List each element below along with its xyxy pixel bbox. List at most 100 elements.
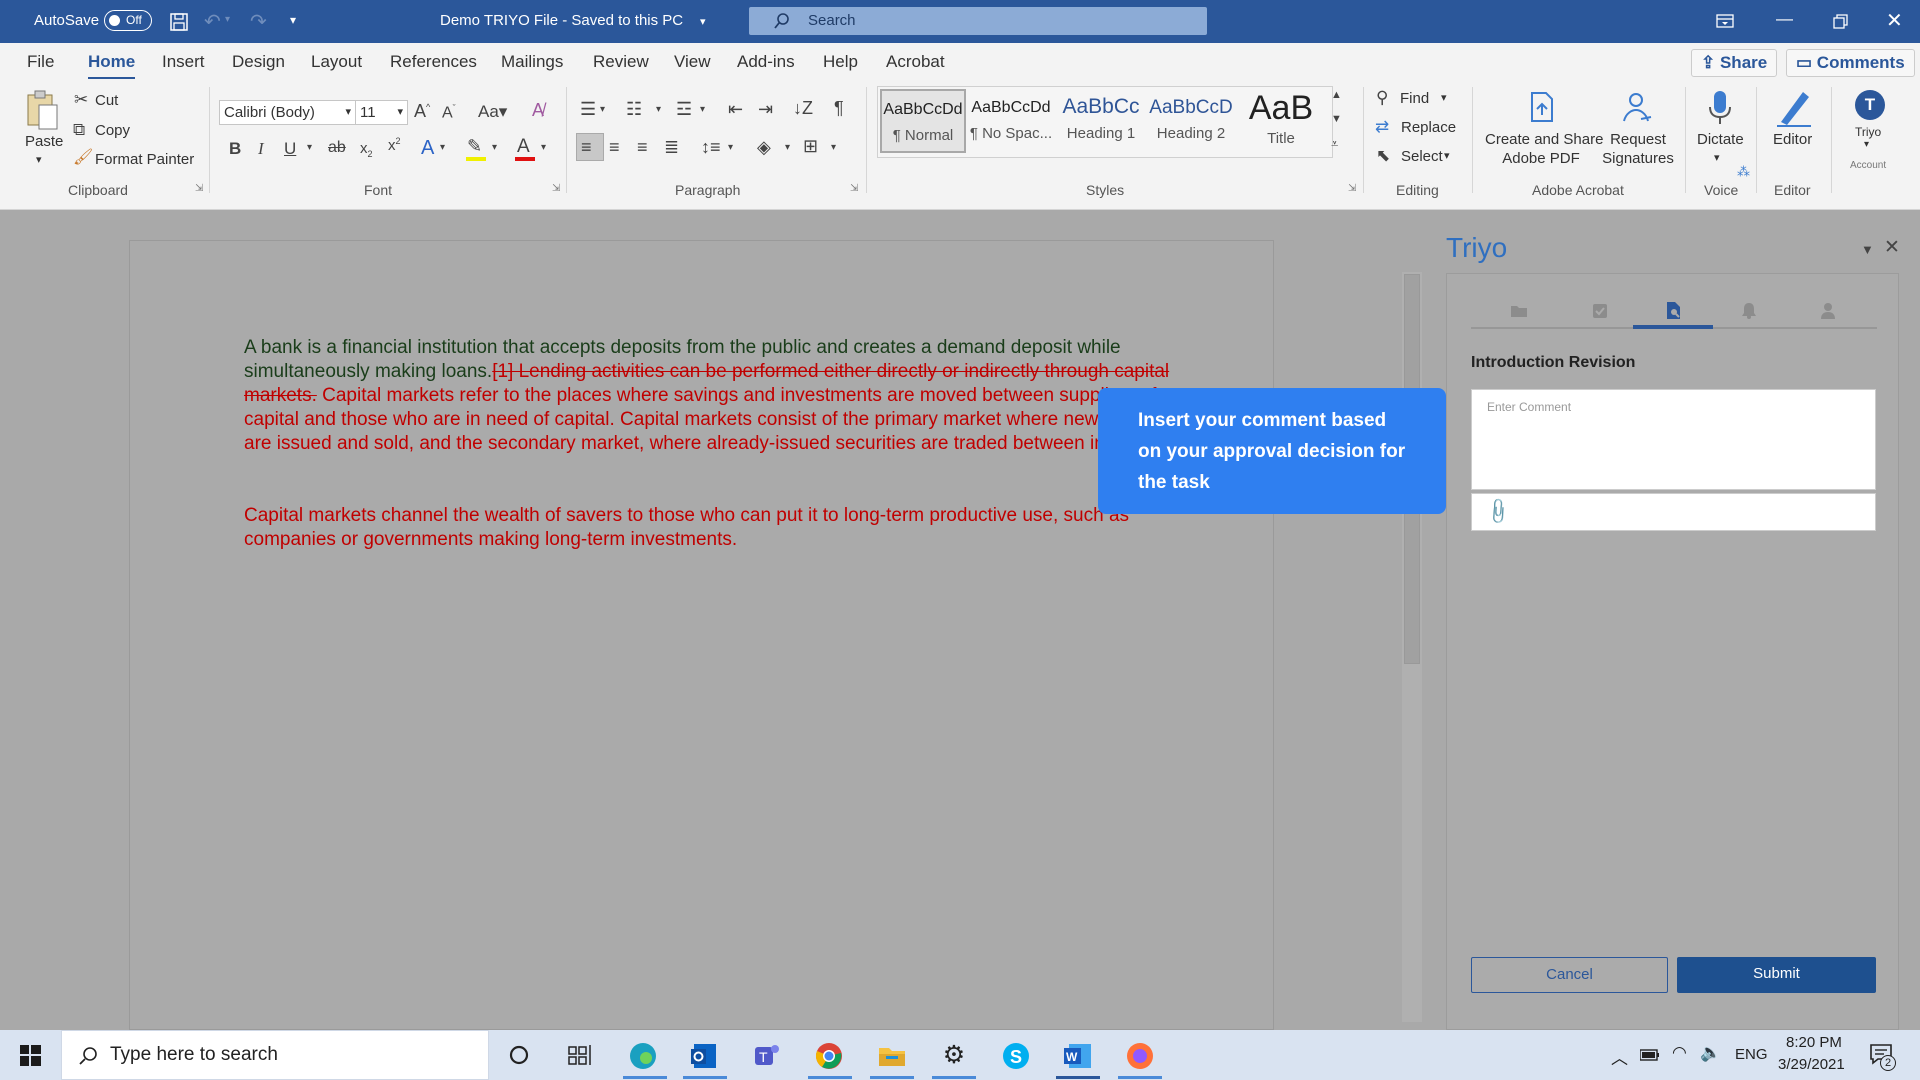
text-effects-icon[interactable]: A	[421, 138, 434, 158]
windows-start-icon[interactable]	[20, 1045, 41, 1066]
borders-icon[interactable]: ⊞	[803, 137, 818, 155]
sort-icon[interactable]: ↓Z	[793, 99, 813, 117]
cortana-icon[interactable]	[508, 1044, 530, 1066]
tab-home[interactable]: Home	[88, 52, 136, 80]
document-paragraph-2[interactable]: Capital markets channel the wealth of sa…	[244, 504, 1189, 552]
clock-date[interactable]: 3/29/2021	[1778, 1056, 1845, 1073]
font-launcher-icon[interactable]: ⇲	[552, 183, 560, 194]
borders-dropdown-icon[interactable]: ▾	[831, 143, 836, 153]
font-name-dropdown[interactable]: Calibri (Body) ▾	[219, 100, 356, 125]
select-icon[interactable]: ⬉	[1376, 147, 1390, 164]
undo-dropdown-icon[interactable]: ▾	[225, 14, 230, 25]
customize-qat-icon[interactable]: ▾	[290, 13, 296, 27]
bullets-icon[interactable]: ☰	[580, 100, 596, 118]
paste-label[interactable]: Paste	[25, 133, 63, 150]
style-normal[interactable]: AaBbCcDd ¶ Normal	[880, 89, 966, 153]
find-button[interactable]: Find	[1400, 90, 1429, 107]
edge-icon[interactable]	[627, 1041, 659, 1069]
style-no-spacing[interactable]: AaBbCcDd ¶ No Spac...	[968, 89, 1054, 153]
paragraph-launcher-icon[interactable]: ⇲	[850, 183, 858, 194]
redo-icon[interactable]: ↷	[250, 9, 267, 34]
user-icon[interactable]	[1820, 302, 1836, 319]
font-size-dropdown[interactable]: 11 ▾	[355, 100, 408, 125]
file-explorer-icon[interactable]	[876, 1041, 908, 1069]
clock-time[interactable]: 8:20 PM	[1786, 1034, 1842, 1051]
replace-button[interactable]: Replace	[1401, 119, 1456, 136]
comments-button[interactable]: ▭ Comments	[1786, 49, 1915, 77]
title-dropdown-icon[interactable]: ▾	[700, 15, 706, 28]
tab-acrobat[interactable]: Acrobat	[886, 52, 945, 72]
tab-insert[interactable]: Insert	[162, 52, 205, 72]
styles-down-icon[interactable]: ▼	[1331, 114, 1342, 125]
save-icon[interactable]	[169, 12, 189, 32]
replace-icon[interactable]: ⇄	[1375, 118, 1389, 135]
teams-icon[interactable]: T	[751, 1041, 783, 1069]
superscript-icon[interactable]: x2	[388, 137, 401, 154]
search-box[interactable]: Search	[749, 7, 1207, 35]
numbering-icon[interactable]: ☷	[626, 100, 642, 118]
styles-more-icon[interactable]: ⩡	[1331, 137, 1338, 150]
style-heading-2[interactable]: AaBbCcD Heading 2	[1148, 89, 1234, 153]
shading-dropdown-icon[interactable]: ▾	[785, 143, 790, 153]
attachment-field[interactable]: 📎	[1471, 493, 1876, 531]
find-icon[interactable]: ⚲	[1376, 89, 1388, 106]
paste-dropdown-icon[interactable]: ▾	[36, 153, 42, 166]
multilevel-list-icon[interactable]: ☲	[676, 100, 692, 118]
highlight-icon[interactable]: ✎	[467, 137, 482, 155]
line-spacing-icon[interactable]: ↕≡	[701, 138, 721, 156]
line-spacing-dropdown-icon[interactable]: ▾	[728, 143, 733, 153]
dictate-button[interactable]: Dictate	[1697, 131, 1744, 148]
battery-icon[interactable]	[1640, 1049, 1660, 1061]
bullets-dropdown-icon[interactable]: ▾	[600, 105, 605, 115]
numbering-dropdown-icon[interactable]: ▾	[656, 105, 661, 115]
tab-view[interactable]: View	[674, 52, 711, 72]
autosave-toggle[interactable]: Off	[104, 10, 152, 31]
skype-icon[interactable]: S	[1000, 1041, 1032, 1069]
decrease-indent-icon[interactable]: ⇤	[728, 100, 743, 118]
text-effects-dropdown-icon[interactable]: ▾	[440, 143, 445, 153]
tab-mailings[interactable]: Mailings	[501, 52, 563, 72]
align-right-icon[interactable]: ≡	[637, 138, 648, 156]
style-heading-1[interactable]: AaBbCc Heading 1	[1058, 89, 1144, 153]
bold-icon[interactable]: B	[229, 140, 241, 157]
restore-icon[interactable]	[1833, 14, 1849, 30]
select-button[interactable]: Select	[1401, 148, 1443, 165]
font-color-dropdown-icon[interactable]: ▾	[541, 143, 546, 153]
create-share-label-1[interactable]: Create and Share	[1485, 131, 1603, 148]
clear-formatting-icon[interactable]: A̸	[532, 101, 544, 119]
shading-icon[interactable]: ◈	[757, 138, 771, 156]
document-title[interactable]: Demo TRIYO File - Saved to this PC	[440, 12, 683, 29]
shrink-font-icon[interactable]: Aˇ	[442, 104, 456, 121]
account-user-name[interactable]: Triyo	[1855, 125, 1881, 139]
close-window-icon[interactable]: ✕	[1886, 8, 1903, 33]
undo-icon[interactable]: ↶	[204, 9, 221, 34]
tab-review[interactable]: Review	[593, 52, 649, 72]
dictate-dropdown-icon[interactable]: ▾	[1714, 151, 1720, 164]
format-painter-icon[interactable]: 🖌	[73, 150, 93, 166]
cut-icon[interactable]: ✂	[74, 91, 88, 108]
share-button[interactable]: ⇪ Share	[1691, 49, 1778, 77]
justify-icon[interactable]: ≣	[664, 138, 679, 156]
folder-icon[interactable]	[1510, 303, 1528, 318]
styles-launcher-icon[interactable]: ⇲	[1348, 183, 1356, 194]
find-dropdown-icon[interactable]: ▾	[1441, 91, 1447, 104]
grow-font-icon[interactable]: A^	[414, 102, 430, 120]
tab-design[interactable]: Design	[232, 52, 285, 72]
show-formatting-icon[interactable]: ¶	[834, 99, 844, 117]
multilevel-dropdown-icon[interactable]: ▾	[700, 105, 705, 115]
bell-icon[interactable]	[1741, 302, 1757, 319]
avatar[interactable]: T	[1855, 90, 1885, 120]
editor-icon[interactable]	[1775, 88, 1813, 128]
select-dropdown-icon[interactable]: ▾	[1444, 149, 1450, 162]
document-paragraph-1[interactable]: A bank is a financial institution that a…	[244, 336, 1189, 456]
create-pdf-icon[interactable]	[1528, 91, 1556, 123]
underline-icon[interactable]: U	[284, 140, 296, 157]
italic-icon[interactable]: I	[258, 140, 264, 157]
document-page[interactable]: A bank is a financial institution that a…	[129, 240, 1274, 1030]
pane-options-icon[interactable]: ▼	[1861, 242, 1874, 257]
minimize-icon[interactable]: —	[1776, 9, 1793, 29]
tab-file[interactable]: File	[27, 52, 54, 72]
pane-close-icon[interactable]: ✕	[1884, 236, 1900, 259]
styles-up-icon[interactable]: ▲	[1331, 90, 1342, 101]
comment-input[interactable]: Enter Comment	[1471, 389, 1876, 490]
